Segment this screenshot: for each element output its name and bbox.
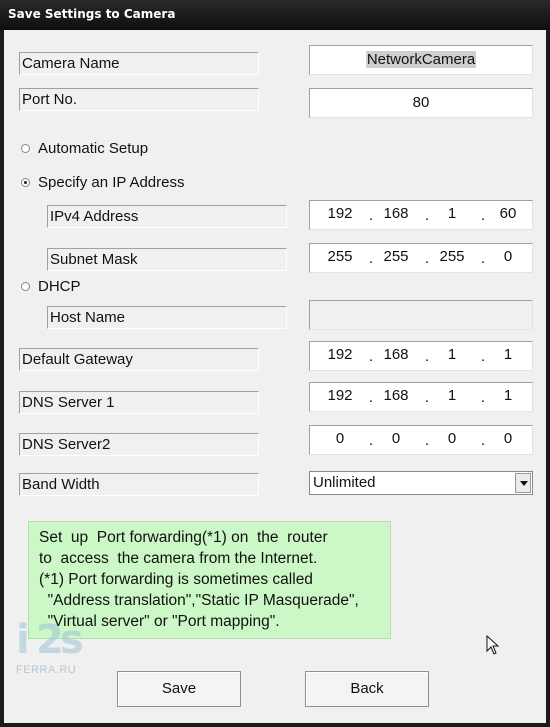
dns2-octet-3[interactable]: 0 [428,426,476,452]
dns-server-1-label: DNS Server 1 [19,391,259,414]
camera-name-input[interactable]: NetworkCamera [309,45,533,75]
radio-button-icon[interactable] [21,282,30,291]
dns-server-1-input[interactable]: 192 . 168 . 1 . 1 [309,382,533,412]
default-gateway-input[interactable]: 192 . 168 . 1 . 1 [309,341,533,371]
ipv4-octet-2[interactable]: 168 [372,201,420,227]
note-line: "Address translation","Static IP Masquer… [39,592,359,609]
port-value: 80 [412,94,430,111]
host-name-label: Host Name [47,306,287,329]
ipv4-octet-1[interactable]: 192 [316,201,364,227]
gateway-octet-3[interactable]: 1 [428,342,476,368]
gateway-octet-1[interactable]: 192 [316,342,364,368]
note-line: Set up Port forwarding(*1) on the router [39,529,328,546]
radio-specify-ip-label: Specify an IP Address [38,174,185,191]
ipv4-input[interactable]: 192 . 168 . 1 . 60 [309,200,533,230]
subnet-octet-3[interactable]: 255 [428,244,476,270]
dns2-octet-2[interactable]: 0 [372,426,420,452]
dialog-body: Camera Name NetworkCamera Port No. 80 Au… [4,30,546,723]
dns1-octet-3[interactable]: 1 [428,383,476,409]
subnet-octet-4[interactable]: 0 [484,244,532,270]
note-line: (*1) Port forwarding is sometimes called [39,571,313,588]
host-name-input[interactable] [309,300,533,330]
ipv4-label: IPv4 Address [47,205,287,228]
band-width-select[interactable]: Unlimited [309,471,533,495]
radio-dhcp-label: DHCP [38,278,81,295]
band-width-label: Band Width [19,473,259,496]
ipv4-octet-4[interactable]: 60 [484,201,532,227]
dns-server-2-label: DNS Server2 [19,433,259,456]
dns1-octet-1[interactable]: 192 [316,383,364,409]
dns-server-2-input[interactable]: 0 . 0 . 0 . 0 [309,425,533,455]
band-width-value: Unlimited [313,474,376,491]
gateway-octet-2[interactable]: 168 [372,342,420,368]
radio-button-selected-icon[interactable] [21,178,30,187]
ferra-watermark-logo: i 2 s FERRA.RU [16,616,101,684]
subnet-mask-input[interactable]: 255 . 255 . 255 . 0 [309,243,533,273]
subnet-mask-label: Subnet Mask [47,248,287,271]
radio-button-icon[interactable] [21,144,30,153]
dns2-octet-4[interactable]: 0 [484,426,532,452]
dns1-octet-2[interactable]: 168 [372,383,420,409]
port-input[interactable]: 80 [309,88,533,118]
radio-automatic-setup-label: Automatic Setup [38,140,149,157]
dns1-octet-4[interactable]: 1 [484,383,532,409]
camera-name-label: Camera Name [19,52,259,75]
logo-glyph: s [60,617,84,663]
save-button[interactable]: Save [117,671,241,707]
watermark-text: FERRA.RU [16,664,77,676]
window-title: Save Settings to Camera [8,7,176,21]
ipv4-octet-3[interactable]: 1 [428,201,476,227]
mouse-cursor-icon [486,635,500,655]
port-label: Port No. [19,88,259,111]
dns2-octet-1[interactable]: 0 [316,426,364,452]
logo-glyph: i [16,617,30,663]
gateway-octet-4[interactable]: 1 [484,342,532,368]
title-bar[interactable]: Save Settings to Camera [0,0,550,30]
chevron-down-icon[interactable] [515,473,531,493]
camera-name-value: NetworkCamera [365,51,477,68]
back-button[interactable]: Back [305,671,429,707]
subnet-octet-1[interactable]: 255 [316,244,364,270]
default-gateway-label: Default Gateway [19,348,259,371]
note-line: to access the camera from the Internet. [39,550,318,567]
subnet-octet-2[interactable]: 255 [372,244,420,270]
